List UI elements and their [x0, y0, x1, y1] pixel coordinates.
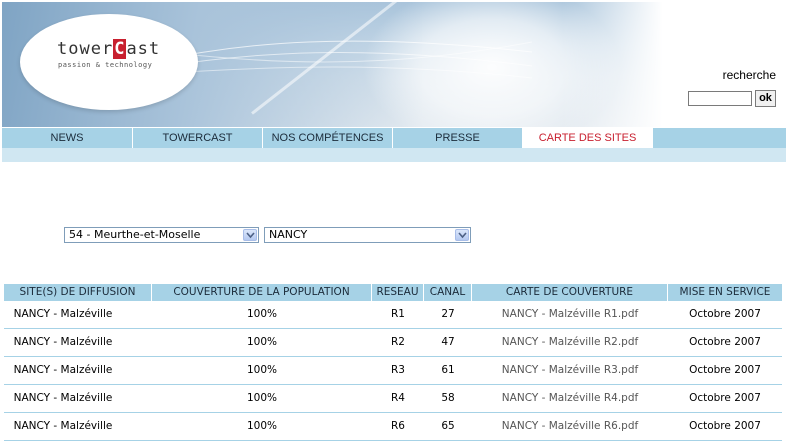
city-select[interactable]: NANCY	[264, 227, 471, 243]
nav-item-presse[interactable]: PRESSE	[393, 128, 523, 148]
cell-canal: 58	[441, 392, 455, 404]
cell-site: NANCY - Malzéville	[13, 420, 113, 432]
cell-carte-link[interactable]: NANCY - Malzéville R1.pdf	[472, 301, 668, 328]
cell-canal: 65	[441, 420, 455, 432]
cell-couverture: 100%	[246, 364, 278, 376]
cell-site: NANCY - Malzéville	[13, 392, 113, 404]
cell-mise-en-service: Octobre 2007	[689, 364, 761, 376]
cell-carte-link[interactable]: NANCY - Malzéville R2.pdf	[472, 329, 668, 356]
column-header-couverture: COUVERTURE DE LA POPULATION	[152, 284, 372, 301]
cell-reseau: R4	[391, 392, 405, 404]
cell-canal: 47	[441, 336, 455, 348]
nav-item-news[interactable]: NEWS	[2, 128, 133, 148]
table-row: NANCY - Malzéville 100% R1 27 NANCY - Malzév…	[4, 301, 782, 329]
cell-carte-link[interactable]: NANCY - Malzéville R3.pdf	[472, 357, 668, 384]
column-header-mise-en-service: MISE EN SERVICE	[679, 286, 771, 298]
column-header-carte: CARTE DE COUVERTURE	[472, 284, 668, 301]
cell-mise-en-service: Octobre 2007	[689, 336, 761, 348]
cell-mise-en-service: Octobre 2007	[689, 392, 761, 404]
cell-carte-link[interactable]: NANCY - Malzéville R4.pdf	[472, 385, 668, 412]
cell-canal: 61	[441, 364, 455, 376]
column-header-reseau: RESEAU	[372, 284, 424, 301]
cell-reseau: R2	[391, 336, 405, 348]
cell-couverture: 100%	[246, 336, 278, 348]
logo-text-post: ast	[126, 39, 161, 59]
header-right-fade	[562, 2, 786, 127]
table-row: NANCY - Malzéville 100% R4 58 NANCY - Malzév…	[4, 385, 782, 413]
nav-subbar	[2, 148, 786, 162]
department-select-value: 54 - Meurthe-et-Moselle	[69, 228, 201, 241]
nav-item-carte-des-sites[interactable]: CARTE DES SITES	[523, 128, 653, 148]
chevron-down-icon[interactable]	[455, 229, 469, 241]
cell-couverture: 100%	[246, 420, 278, 432]
cell-site: NANCY - Malzéville	[13, 336, 113, 348]
search-ok-button[interactable]: ok	[755, 90, 776, 107]
table-row: NANCY - Malzéville 100% R2 47 NANCY - Malzév…	[4, 329, 782, 357]
cell-reseau: R6	[391, 420, 405, 432]
cell-site: NANCY - Malzéville	[13, 308, 113, 320]
logo-text-pre: tower	[57, 39, 114, 59]
cell-mise-en-service: Octobre 2007	[689, 308, 761, 320]
cell-reseau: R3	[391, 364, 405, 376]
cell-couverture: 100%	[246, 308, 278, 320]
logo-text-c: C	[113, 39, 127, 59]
table-row: NANCY - Malzéville 100% R6 65 NANCY - Malzév…	[4, 413, 782, 441]
column-header-canal: CANAL	[424, 284, 472, 301]
department-select[interactable]: 54 - Meurthe-et-Moselle	[64, 227, 259, 243]
cell-mise-en-service: Octobre 2007	[689, 420, 761, 432]
search-input[interactable]	[688, 91, 752, 106]
cell-reseau: R1	[391, 308, 405, 320]
cell-couverture: 100%	[246, 392, 278, 404]
cell-site: NANCY - Malzéville	[13, 364, 113, 376]
main-nav: NEWS TOWERCAST NOS COMPÉTENCES PRESSE CA…	[2, 127, 786, 148]
cell-canal: 27	[441, 308, 455, 320]
search-label: recherche	[722, 68, 776, 82]
nav-item-towercast[interactable]: TOWERCAST	[133, 128, 263, 148]
table-row: NANCY - Malzéville 100% R3 61 NANCY - Malzév…	[4, 357, 782, 385]
towercast-logo[interactable]: towerCast	[57, 39, 160, 59]
nav-item-competences[interactable]: NOS COMPÉTENCES	[263, 128, 393, 148]
header-banner: towerCast passion & technology recherche…	[2, 2, 786, 127]
column-header-site: SITE(S) DE DIFFUSION	[4, 284, 152, 301]
logo-tagline: passion & technology	[58, 61, 153, 69]
city-select-value: NANCY	[269, 228, 308, 241]
sites-table-header: SITE(S) DE DIFFUSION COUVERTURE DE LA PO…	[4, 284, 782, 301]
chevron-down-icon[interactable]	[243, 229, 257, 241]
swoosh-lines-decoration	[152, 40, 532, 79]
cell-carte-link[interactable]: NANCY - Malzéville R6.pdf	[472, 413, 668, 440]
